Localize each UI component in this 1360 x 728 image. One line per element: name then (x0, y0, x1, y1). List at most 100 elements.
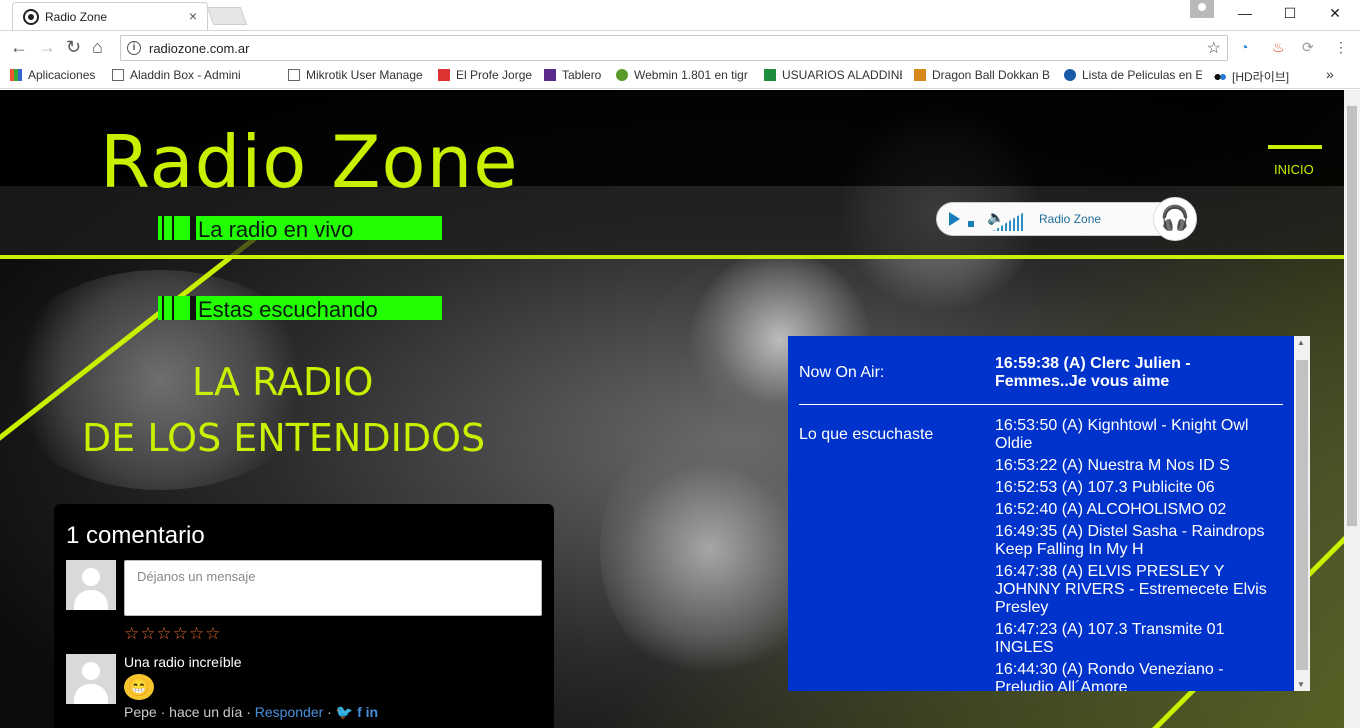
now-on-air-label: Now On Air: (799, 364, 885, 381)
browser-tab[interactable]: Radio Zone × (12, 2, 208, 30)
facebook-icon[interactable]: f (357, 704, 362, 720)
list-item: 16:49:35 (A) Distel Sasha - Raindrops Ke… (995, 523, 1265, 558)
forward-button[interactable]: → (38, 37, 56, 58)
info-icon[interactable]: i (127, 41, 141, 55)
page-icon (112, 69, 124, 81)
new-tab-button[interactable] (206, 7, 248, 25)
back-button[interactable]: ← (10, 37, 28, 58)
tag-bars-icon (160, 296, 196, 320)
live-tag-label: La radio en vivo (198, 217, 354, 242)
list-item: 16:44:30 (A) Rondo Veneziano - Preludio … (995, 661, 1224, 691)
minimize-button[interactable]: — (1230, 5, 1260, 21)
bookmark-item[interactable]: Webmin 1.801 en tigr (616, 68, 752, 82)
comments-panel: 1 comentario Déjanos un mensaje ☆☆☆☆☆☆ U… (54, 504, 554, 728)
page-scrollbar-thumb[interactable] (1347, 106, 1357, 526)
comment-time: hace un día (169, 704, 243, 720)
linkedin-icon[interactable]: in (366, 704, 378, 720)
listening-tag: Estas escuchando (158, 296, 442, 322)
page-icon (288, 69, 300, 81)
sheets-icon (764, 69, 776, 81)
list-item: 16:53:50 (A) Kignhtowl - Knight Owl Oldi… (995, 417, 1249, 452)
tab-close-icon[interactable]: × (189, 8, 197, 24)
now-on-air-track: 16:59:38 (A) Clerc Julien - Femmes..Je v… (995, 355, 1191, 390)
browser-toolbar: ← → ↻ ⌂ i radiozone.com.ar ☆ ◔ ♨ ⟳ ⋮ (0, 30, 1360, 64)
bookmarks-bar: Aplicaciones Aladdin Box - Admini Mikrot… (0, 64, 1360, 89)
close-window-button[interactable]: ✕ (1320, 5, 1350, 22)
bookmark-item[interactable]: Aplicaciones (10, 68, 102, 82)
list-item: 16:52:40 (A) ALCOHOLISMO 02 (995, 501, 1227, 518)
bookmark-item[interactable]: Mikrotik User Manage (288, 68, 424, 82)
headline-line-2: DE LOS ENTENDIDOS (82, 416, 486, 460)
tab-title: Radio Zone (45, 10, 108, 24)
bookmark-item[interactable]: Dragon Ball Dokkan B (914, 68, 1052, 82)
list-item: 16:53:22 (A) Nuestra M Nos ID S (995, 457, 1230, 474)
comment-meta: Pepe · hace un día · Responder · 🐦 f in (124, 704, 379, 720)
bookmark-star-icon[interactable]: ☆ (1207, 38, 1221, 58)
hd-icon (1214, 71, 1226, 83)
history-label: Lo que escuchaste (799, 426, 934, 443)
extension-signal-icon[interactable]: ◔ (1240, 39, 1248, 55)
site-logo[interactable]: Radio Zone (100, 120, 519, 204)
bookmark-item[interactable]: Lista de Peliculas en E (1064, 68, 1202, 82)
menu-icon[interactable]: ⋮ (1334, 39, 1348, 56)
extension-fire-icon[interactable]: ♨ (1272, 39, 1285, 56)
headphones-icon: 🎧 (1153, 197, 1197, 241)
header-accent-line (0, 255, 1344, 259)
rating-stars[interactable]: ☆☆☆☆☆☆ (124, 624, 221, 644)
stop-icon[interactable] (968, 221, 974, 227)
radio-player: 🔈 Radio Zone 🎧 (936, 197, 1197, 241)
listening-tag-label: Estas escuchando (198, 297, 378, 322)
reload-button[interactable]: ↻ (66, 37, 81, 58)
browser-titlebar: Radio Zone × — ☐ ✕ (0, 0, 1360, 30)
bookmark-item[interactable]: [HD라이브] (1214, 68, 1304, 85)
maximize-button[interactable]: ☐ (1275, 5, 1305, 22)
comment-author: Pepe (124, 704, 157, 720)
now-on-air-panel: Now On Air: 16:59:38 (A) Clerc Julien - … (788, 336, 1294, 691)
grin-emoji-icon: 😁 (124, 674, 154, 700)
player-station-name: Radio Zone (1039, 212, 1102, 226)
url-text[interactable]: radiozone.com.ar (149, 41, 249, 56)
bookmark-item[interactable]: Tablero (544, 68, 606, 82)
twitter-icon[interactable]: 🐦 (336, 704, 353, 720)
scrollbar-thumb[interactable] (1296, 360, 1308, 670)
bookmark-item[interactable]: Aladdin Box - Admini (112, 68, 274, 82)
nav-active-indicator (1268, 145, 1322, 149)
panel-scrollbar[interactable]: ▲ ▼ (1294, 336, 1310, 691)
list-item: 16:52:53 (A) 107.3 Publicite 06 (995, 479, 1215, 496)
headline-line-1: LA RADIO (192, 360, 374, 404)
apps-grid-icon (10, 69, 22, 81)
volume-icon[interactable]: 🔈 (987, 209, 1004, 226)
list-item: 16:47:23 (A) 107.3 Transmite 01 INGLES (995, 621, 1225, 656)
page-scrollbar[interactable] (1344, 90, 1360, 728)
page-content: Radio Zone La radio en vivo Estas escuch… (0, 90, 1344, 728)
webmin-icon (616, 69, 628, 81)
avatar (66, 560, 116, 610)
profe-icon (438, 69, 450, 81)
profile-icon[interactable] (1190, 0, 1214, 18)
bookmark-item[interactable]: USUARIOS ALADDINE (764, 68, 902, 82)
live-tag: La radio en vivo (158, 216, 442, 242)
tablero-icon (544, 69, 556, 81)
nav-inicio-link[interactable]: INICIO (1274, 162, 1314, 177)
comment-input[interactable]: Déjanos un mensaje (124, 560, 542, 616)
scroll-up-icon[interactable]: ▲ (1297, 338, 1305, 347)
comment-text: Una radio increíble (124, 654, 242, 670)
dokkan-icon (914, 69, 926, 81)
address-bar[interactable]: i radiozone.com.ar ☆ (120, 35, 1228, 61)
play-icon[interactable] (949, 212, 960, 226)
list-item: 16:47:38 (A) ELVIS PRESLEY Y JOHNNY RIVE… (995, 563, 1267, 616)
extension-sync-icon[interactable]: ⟳ (1302, 39, 1314, 56)
reply-link[interactable]: Responder (255, 704, 324, 720)
avatar (66, 654, 116, 704)
history-list: 16:53:50 (A) Kignhtowl - Knight Owl Oldi… (995, 417, 1285, 691)
scroll-down-icon[interactable]: ▼ (1297, 680, 1305, 689)
pelis-icon (1064, 69, 1076, 81)
tag-bars-icon (160, 216, 196, 240)
background-photo (600, 420, 820, 680)
divider (799, 404, 1283, 405)
comments-title: 1 comentario (66, 522, 205, 549)
bookmarks-overflow-icon[interactable]: » (1326, 66, 1334, 82)
radio-favicon-icon (23, 9, 39, 25)
home-button[interactable]: ⌂ (92, 37, 103, 58)
bookmark-item[interactable]: El Profe Jorge (438, 68, 534, 82)
